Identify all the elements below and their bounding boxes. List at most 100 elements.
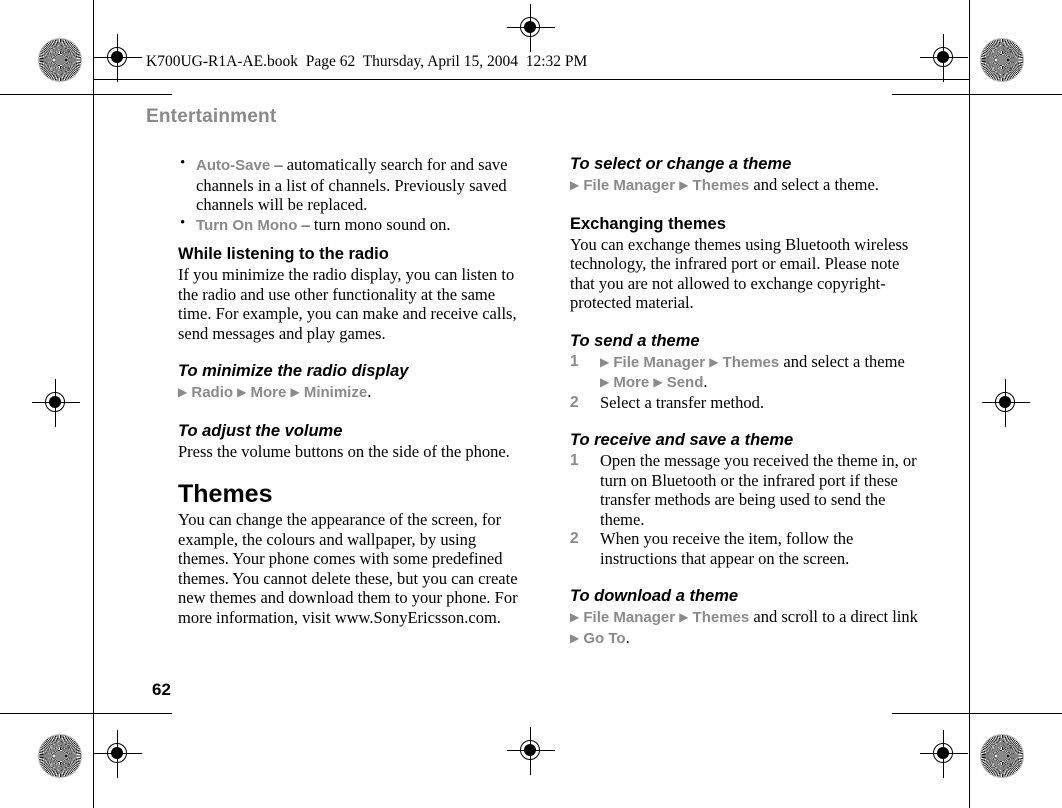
arrow-icon: ▶ bbox=[570, 610, 580, 624]
trim-line-bottom-right bbox=[892, 713, 1062, 714]
step-text: Select a transfer method. bbox=[600, 392, 765, 412]
heading-to-download-theme: To download a theme bbox=[570, 587, 739, 605]
ui-term: File Manager bbox=[613, 353, 706, 371]
navigation-path-download-theme: ▶ File Manager ▶ Themes and scroll to a … bbox=[570, 607, 918, 648]
nav-suffix: and select a theme. bbox=[749, 175, 879, 194]
heading-to-minimize-radio-display: To minimize the radio display bbox=[178, 362, 409, 380]
steps-send-theme: 1 ▶ File Manager ▶ Themes and select a t… bbox=[570, 352, 918, 413]
registration-target-bottom-center bbox=[507, 727, 555, 775]
heading-to-adjust-volume: To adjust the volume bbox=[178, 421, 343, 440]
step-text: Open the message you received the theme … bbox=[600, 451, 917, 529]
ui-term: More bbox=[250, 384, 287, 401]
dash: – bbox=[297, 214, 314, 234]
arrow-icon: ▶ bbox=[178, 385, 188, 399]
right-column: To select or change a theme ▶ File Manag… bbox=[570, 155, 918, 648]
ui-term: Auto-Save bbox=[196, 157, 271, 174]
step-text: When you receive the item, follow the in… bbox=[600, 529, 854, 568]
step-mid-text: and select a theme bbox=[779, 351, 905, 371]
navigation-path-select-theme: ▶ File Manager ▶ Themes and select a the… bbox=[570, 175, 918, 196]
step-number: 2 bbox=[570, 393, 579, 411]
list-item: 1 ▶ File Manager ▶ Themes and select a t… bbox=[570, 352, 918, 393]
registration-target-left-middle bbox=[32, 379, 80, 427]
steps-receive-theme: 1 Open the message you received the them… bbox=[570, 451, 918, 568]
arrow-icon: ▶ bbox=[679, 178, 689, 192]
registration-burst-bottom-left bbox=[38, 734, 82, 778]
arrow-icon: ▶ bbox=[237, 385, 247, 399]
radio-options-list: Auto-Save – automatically search for and… bbox=[178, 154, 526, 236]
page-number: 62 bbox=[152, 680, 171, 699]
header-separator-rule bbox=[93, 79, 969, 80]
registration-target-top-left bbox=[94, 34, 142, 82]
heading-exchanging-themes: Exchanging themes bbox=[570, 214, 726, 233]
nav-mid-text: and scroll to a direct link bbox=[749, 607, 918, 626]
ui-term: Turn On Mono bbox=[196, 216, 298, 234]
list-item: 1 Open the message you received the them… bbox=[570, 451, 918, 529]
ui-term: Themes bbox=[692, 177, 750, 194]
ui-term: Themes bbox=[692, 609, 750, 626]
list-item: Auto-Save – automatically search for and… bbox=[178, 154, 526, 215]
registration-burst-top-left bbox=[38, 38, 82, 82]
heading-to-select-or-change-theme: To select or change a theme bbox=[570, 155, 792, 173]
heading-to-receive-and-save-theme: To receive and save a theme bbox=[570, 431, 794, 449]
heading-to-send-theme: To send a theme bbox=[570, 331, 700, 350]
book-file-header: K700UG-R1A-AE.book Page 62 Thursday, Apr… bbox=[146, 53, 588, 70]
nav-suffix: . bbox=[367, 382, 372, 401]
arrow-icon: ▶ bbox=[290, 385, 300, 399]
trim-line-left bbox=[93, 0, 94, 808]
list-item: 2 Select a transfer method. bbox=[570, 393, 918, 413]
arrow-icon: ▶ bbox=[570, 178, 580, 192]
nav-suffix: . bbox=[625, 627, 630, 647]
nav-suffix: . bbox=[703, 372, 708, 391]
trim-line-right bbox=[969, 0, 970, 808]
paragraph-exchanging-themes: You can exchange themes using Bluetooth … bbox=[570, 234, 909, 313]
crosshair-dot bbox=[111, 747, 123, 759]
crosshair-dot bbox=[524, 744, 536, 756]
arrow-icon: ▶ bbox=[570, 630, 580, 645]
list-item: 2 When you receive the item, follow the … bbox=[570, 529, 918, 568]
running-head-chapter: Entertainment bbox=[146, 106, 277, 127]
registration-burst-bottom-right bbox=[980, 734, 1024, 778]
heading-themes: Themes bbox=[178, 480, 273, 508]
ui-term: File Manager bbox=[583, 177, 676, 194]
paragraph-adjust-volume: Press the volume buttons on the side of … bbox=[178, 441, 510, 461]
arrow-icon: ▶ bbox=[679, 610, 689, 624]
crosshair-dot bbox=[937, 51, 949, 63]
registration-target-right-middle bbox=[982, 379, 1030, 427]
arrow-icon: ▶ bbox=[653, 375, 663, 389]
trim-line-bottom-left bbox=[0, 713, 172, 714]
arrow-icon: ▶ bbox=[709, 354, 719, 369]
step-number: 1 bbox=[570, 352, 579, 370]
ui-term: Minimize bbox=[303, 384, 368, 401]
heading-while-listening: While listening to the radio bbox=[178, 245, 389, 263]
registration-target-top-right bbox=[920, 34, 968, 82]
left-column: Auto-Save – automatically search for and… bbox=[178, 154, 526, 627]
registration-target-bottom-right bbox=[920, 730, 968, 778]
list-item: Turn On Mono – turn mono sound on. bbox=[178, 214, 526, 236]
crosshair-dot bbox=[111, 51, 123, 63]
crosshair-dot bbox=[524, 21, 536, 33]
registration-target-bottom-left bbox=[94, 730, 142, 778]
ui-term: File Manager bbox=[583, 609, 676, 626]
trim-line-top-right bbox=[892, 94, 1062, 95]
trim-line-top-left bbox=[0, 94, 172, 95]
paragraph-themes: You can change the appearance of the scr… bbox=[178, 510, 518, 627]
arrow-icon: ▶ bbox=[600, 375, 610, 389]
crosshair-dot bbox=[999, 396, 1011, 408]
ui-term: Go To bbox=[583, 629, 626, 647]
ui-term: More bbox=[613, 374, 650, 391]
step-number: 1 bbox=[570, 452, 579, 469]
ui-term: Send bbox=[666, 374, 704, 391]
paragraph-while-listening: If you minimize the radio display, you c… bbox=[178, 265, 517, 343]
dash: – bbox=[270, 155, 287, 174]
crosshair-dot bbox=[49, 396, 61, 408]
crosshair-dot bbox=[937, 747, 949, 759]
registration-target-top-center bbox=[507, 4, 555, 52]
step-number: 2 bbox=[570, 530, 579, 547]
